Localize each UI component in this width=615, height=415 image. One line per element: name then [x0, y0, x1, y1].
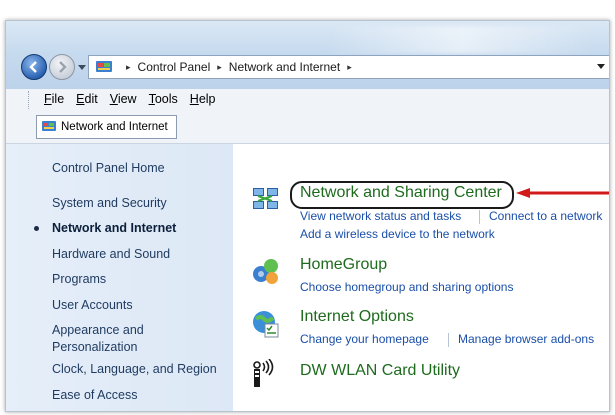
sidebar-item-ease-of-access[interactable]: Ease of Access — [52, 387, 137, 404]
change-homepage-link[interactable]: Change your homepage — [300, 332, 429, 346]
highlight-ellipse — [290, 181, 514, 209]
control-panel-icon — [96, 61, 112, 72]
crumb-network-and-internet[interactable]: Network and Internet — [229, 60, 340, 74]
tab-network-and-internet[interactable]: Network and Internet — [36, 115, 177, 139]
sidebar: Control Panel Home System and Security N… — [6, 144, 233, 411]
sidebar-item-appearance-line1[interactable]: Appearance and — [52, 322, 144, 339]
address-dropdown-icon[interactable] — [597, 64, 605, 69]
add-wireless-device-link[interactable]: Add a wireless device to the network — [300, 227, 495, 241]
connect-to-network-link[interactable]: Connect to a network — [489, 209, 602, 223]
main-content: Network and Sharing Center View network … — [233, 144, 609, 411]
crumb-separator[interactable]: ▸ — [347, 62, 352, 73]
control-panel-window: ▸ Control Panel ▸ Network and Internet ▸… — [5, 20, 610, 412]
forward-arrow-icon — [59, 61, 67, 73]
tab-bar: Network and Internet — [6, 109, 609, 144]
red-arrow-icon — [516, 188, 609, 198]
title-bar: ▸ Control Panel ▸ Network and Internet ▸ — [6, 21, 609, 89]
link-separator — [479, 210, 480, 224]
homegroup-link[interactable]: HomeGroup — [300, 256, 387, 274]
menu-help[interactable]: Help — [190, 92, 216, 106]
dw-wlan-card-utility-link[interactable]: DW WLAN Card Utility — [300, 362, 460, 380]
homegroup-icon — [253, 259, 278, 284]
sidebar-item-user-accounts[interactable]: User Accounts — [52, 297, 133, 314]
crumb-control-panel[interactable]: Control Panel — [138, 60, 211, 74]
sidebar-item-hardware-and-sound[interactable]: Hardware and Sound — [52, 246, 170, 263]
choose-homegroup-options-link[interactable]: Choose homegroup and sharing options — [300, 280, 513, 294]
network-and-internet-icon — [42, 121, 56, 131]
link-separator — [448, 333, 449, 347]
manage-browser-addons-link[interactable]: Manage browser add-ons — [458, 332, 594, 346]
menu-view[interactable]: View — [110, 92, 137, 106]
sidebar-item-control-panel-home[interactable]: Control Panel Home — [52, 160, 165, 177]
internet-options-icon — [253, 311, 279, 338]
back-button[interactable] — [21, 54, 47, 80]
menu-edit[interactable]: Edit — [76, 92, 98, 106]
tab-label: Network and Internet — [61, 121, 168, 133]
address-bar[interactable]: ▸ Control Panel ▸ Network and Internet ▸ — [88, 55, 609, 79]
blurred-background — [326, 26, 596, 54]
sidebar-item-appearance-line2[interactable]: Personalization — [52, 339, 137, 356]
crumb-separator: ▸ — [217, 61, 222, 72]
sidebar-item-system-and-security[interactable]: System and Security — [52, 195, 167, 212]
active-bullet-icon — [34, 226, 39, 231]
view-network-status-link[interactable]: View network status and tasks — [300, 209, 461, 223]
internet-options-link[interactable]: Internet Options — [300, 308, 414, 326]
sidebar-item-clock-language-region[interactable]: Clock, Language, and Region — [52, 361, 217, 378]
crumb-separator: ▸ — [126, 61, 131, 72]
wlan-utility-icon — [253, 359, 274, 387]
back-arrow-icon — [29, 61, 37, 73]
forward-button[interactable] — [49, 54, 75, 80]
sidebar-item-programs[interactable]: Programs — [52, 271, 106, 288]
menu-bar: File Edit View Tools Help — [6, 89, 609, 109]
recent-pages-dropdown[interactable] — [78, 65, 86, 70]
menu-file[interactable]: File — [44, 92, 64, 106]
sidebar-item-network-and-internet[interactable]: Network and Internet — [52, 220, 176, 237]
network-sharing-icon — [253, 188, 278, 209]
menu-tools[interactable]: Tools — [149, 92, 178, 106]
